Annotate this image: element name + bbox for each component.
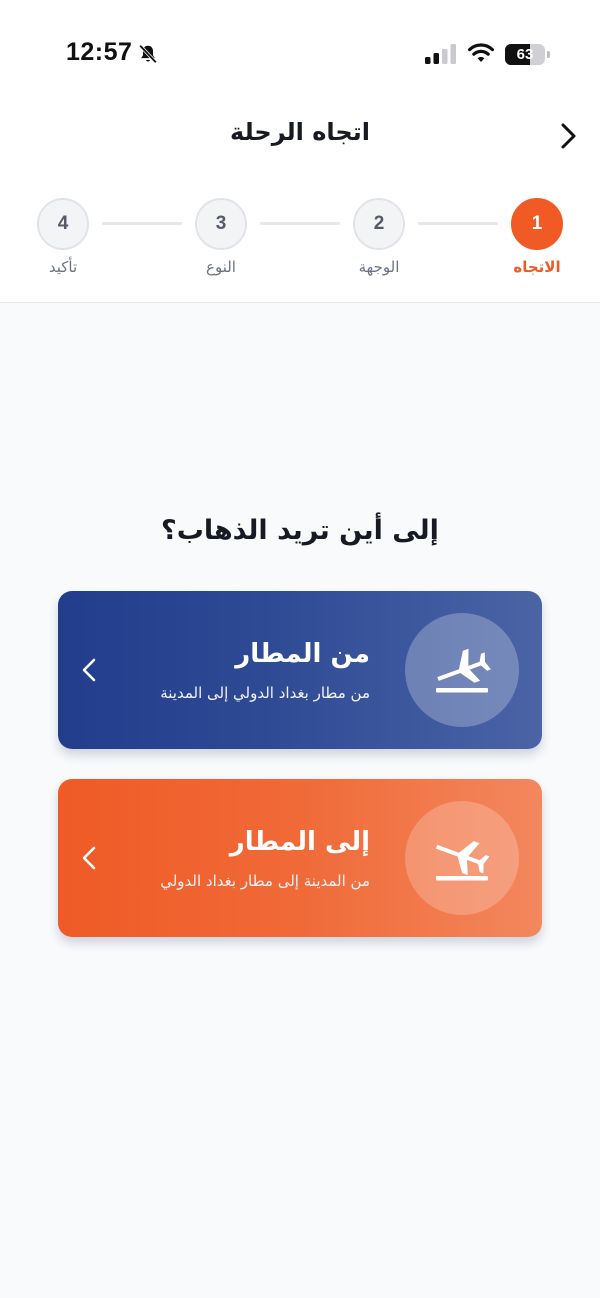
to-airport-option[interactable]: إلى المطار من المدينة إلى مطار بغداد الد… (58, 779, 542, 937)
top-area: 12:57 63 اتجاه الرحلة 1 الاتجاه 2 الوجهة… (0, 0, 600, 303)
chevron-right-icon (561, 123, 576, 149)
battery-level: 63 (516, 46, 534, 63)
step-connector (418, 222, 498, 225)
bell-slash-icon (139, 44, 157, 64)
chevron-left-icon (82, 658, 96, 682)
step-label: تأكيد (48, 258, 78, 276)
cellular-signal-icon (425, 44, 456, 64)
option-subtitle: من مطار بغداد الدولي إلى المدينة (160, 684, 370, 702)
plane-departure-icon (436, 648, 491, 693)
step-number: 2 (353, 198, 405, 250)
question-heading: إلى أين تريد الذهاب؟ (161, 515, 439, 546)
stepper: 1 الاتجاه 2 الوجهة 3 النوع 4 تأكيد (0, 198, 600, 288)
step-number: 3 (195, 198, 247, 250)
option-subtitle: من المدينة إلى مطار بغداد الدولي (160, 872, 370, 890)
step-confirm[interactable]: 4 تأكيد (18, 198, 108, 276)
step-connector (260, 222, 340, 225)
battery-icon: 63 (505, 44, 550, 65)
plane-arrival-icon (435, 841, 490, 881)
step-number: 4 (37, 198, 89, 250)
icon-circle (405, 801, 519, 915)
option-title: إلى المطار (229, 827, 370, 857)
step-number: 1 (511, 198, 563, 250)
back-button[interactable] (550, 118, 586, 154)
status-time: 12:57 (66, 38, 133, 66)
option-title: من المطار (235, 639, 370, 669)
step-label: الاتجاه (513, 258, 561, 276)
step-direction[interactable]: 1 الاتجاه (492, 198, 582, 276)
step-label: النوع (206, 258, 236, 276)
step-connector (102, 222, 182, 225)
step-destination[interactable]: 2 الوجهة (334, 198, 424, 276)
chevron-left-icon (82, 846, 96, 870)
page-title: اتجاه الرحلة (230, 118, 370, 146)
step-label: الوجهة (358, 258, 400, 276)
wifi-icon (468, 43, 494, 62)
step-type[interactable]: 3 النوع (176, 198, 266, 276)
icon-circle (405, 613, 519, 727)
from-airport-option[interactable]: من المطار من مطار بغداد الدولي إلى المدي… (58, 591, 542, 749)
